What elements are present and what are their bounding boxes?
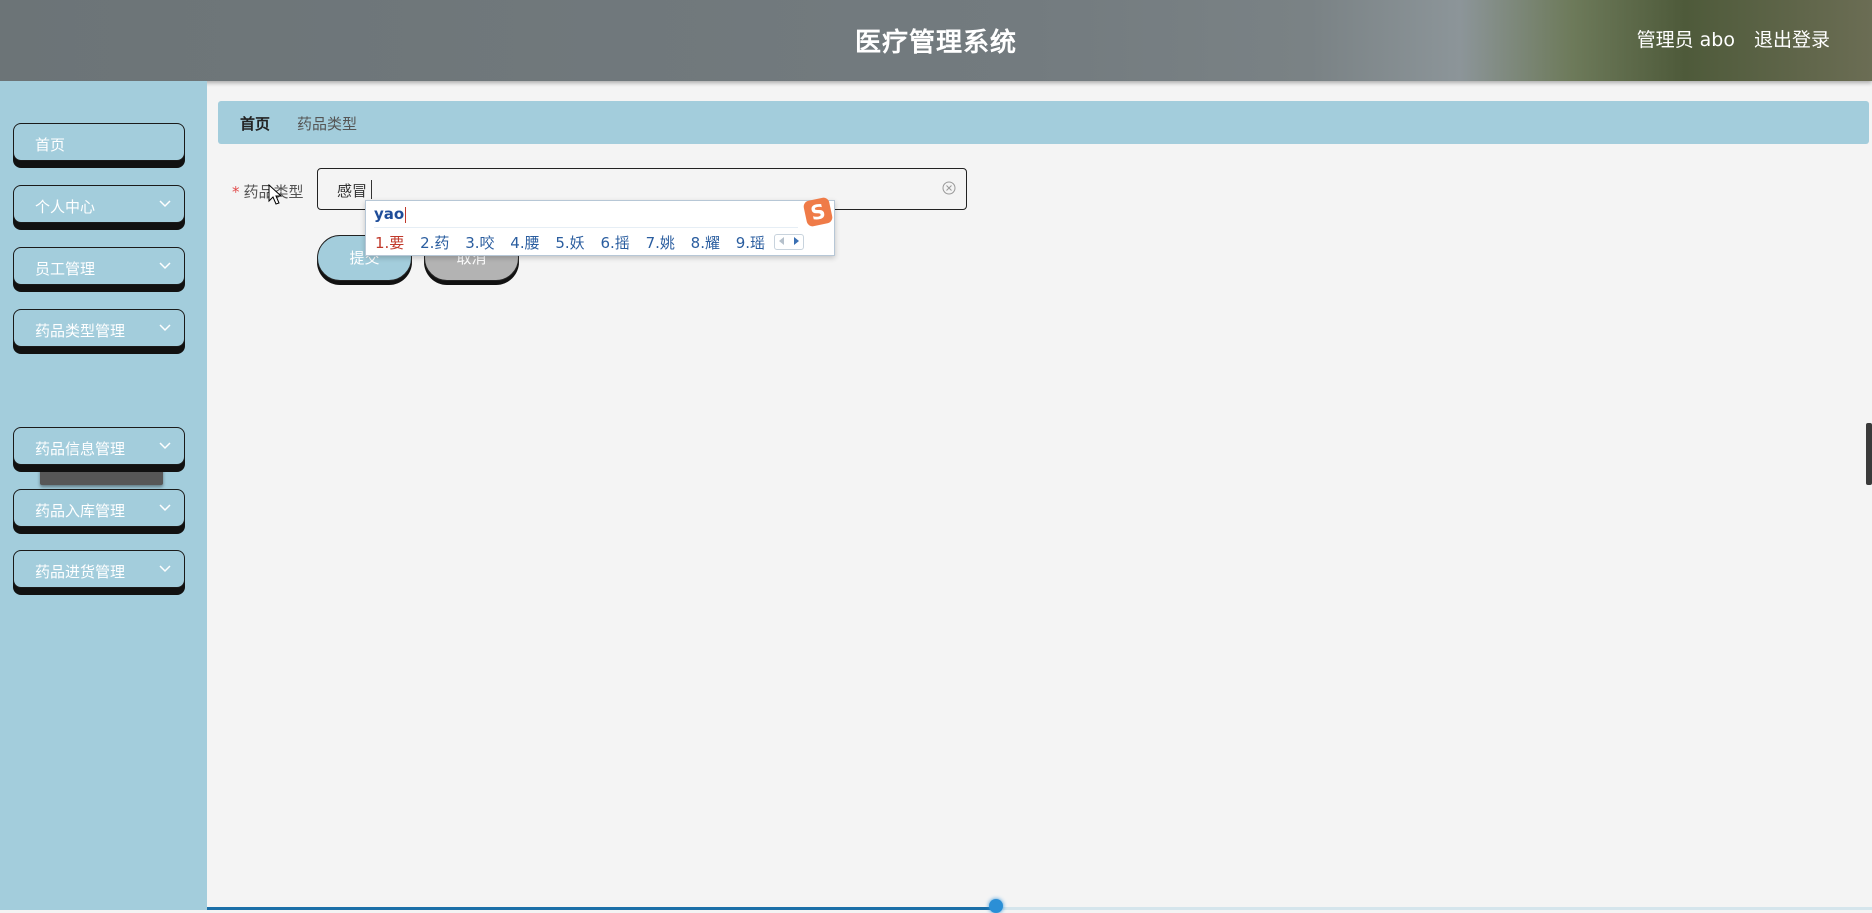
ime-divider (374, 227, 798, 228)
sidebar-item-label: 药品信息管理 (35, 440, 126, 458)
top-header: 医疗管理系统 管理员 abo 退出登录 (0, 0, 1872, 81)
chevron-down-icon (159, 504, 171, 512)
chevron-down-icon (159, 565, 171, 573)
ime-pinyin: yao (374, 205, 405, 223)
sidebar-item-personal-center[interactable]: 个人中心 (13, 185, 185, 223)
ime-candidate[interactable]: 7.姚 (646, 234, 675, 252)
ime-candidate[interactable]: 2.药 (420, 234, 449, 252)
progress-handle[interactable] (989, 899, 1003, 913)
chevron-down-icon (159, 262, 171, 270)
chevron-down-icon (159, 324, 171, 332)
chevron-down-icon (159, 442, 171, 450)
sidebar-item-drug-type-management[interactable]: 药品类型管理 (13, 309, 185, 347)
ime-candidate[interactable]: 8.耀 (691, 234, 720, 252)
ime-candidate[interactable]: 3.咬 (465, 234, 494, 252)
required-mark: * (232, 183, 240, 201)
sidebar-item-drug-purchase[interactable]: 药品进货管理 (13, 550, 185, 588)
breadcrumb-home[interactable]: 首页 (240, 113, 270, 134)
ime-caret (405, 207, 406, 223)
ime-candidate[interactable]: 6.摇 (600, 234, 629, 252)
ime-candidate[interactable]: 1.要 (375, 234, 404, 252)
ime-candidate[interactable]: 9.瑶 (736, 234, 765, 252)
breadcrumb: 首页 药品类型 (218, 101, 1869, 144)
breadcrumb-current: 药品类型 (297, 115, 358, 133)
sidebar-item-home[interactable]: 首页 (13, 123, 185, 161)
sidebar-item-label: 药品类型管理 (35, 322, 126, 340)
sidebar-item-label: 药品入库管理 (35, 502, 126, 520)
sidebar-item-label: 首页 (35, 136, 66, 154)
scrollbar-handle[interactable] (1866, 423, 1872, 485)
app-title: 医疗管理系统 (854, 28, 1017, 58)
sidebar-item-staff[interactable]: 员工管理 (13, 247, 185, 285)
sogou-logo-icon: S (802, 196, 834, 228)
ime-pager[interactable] (774, 234, 804, 250)
current-user: 管理员 abo (1636, 29, 1735, 51)
sidebar: 首页 个人中心 员工管理 药品类型管理 药品类型 药品信息管理 药品入库管理 药… (0, 81, 207, 910)
chevron-down-icon (159, 200, 171, 208)
sidebar-item-label: 个人中心 (35, 198, 96, 216)
ime-next-page-icon[interactable] (794, 237, 799, 245)
sidebar-item-drug-stock-in[interactable]: 药品入库管理 (13, 489, 185, 527)
mouse-cursor-icon (268, 184, 283, 205)
ime-candidate[interactable]: 4.腰 (510, 234, 539, 252)
ime-prev-page-icon[interactable] (779, 237, 784, 245)
ime-candidate-list: 1.要 2.药 3.咬 4.腰 5.妖 6.摇 7.姚 8.耀 9.瑶 (375, 232, 776, 253)
clear-icon[interactable] (942, 181, 956, 195)
text-caret (371, 180, 372, 199)
sidebar-item-drug-info[interactable]: 药品信息管理 (13, 427, 185, 465)
logout-link[interactable]: 退出登录 (1754, 25, 1830, 52)
ime-candidate-popup: yao S 1.要 2.药 3.咬 4.腰 5.妖 6.摇 7.姚 8.耀 9.… (365, 196, 835, 256)
sidebar-item-label: 药品进货管理 (35, 563, 126, 581)
sidebar-item-label: 员工管理 (35, 260, 96, 278)
ime-candidate[interactable]: 5.妖 (555, 234, 584, 252)
